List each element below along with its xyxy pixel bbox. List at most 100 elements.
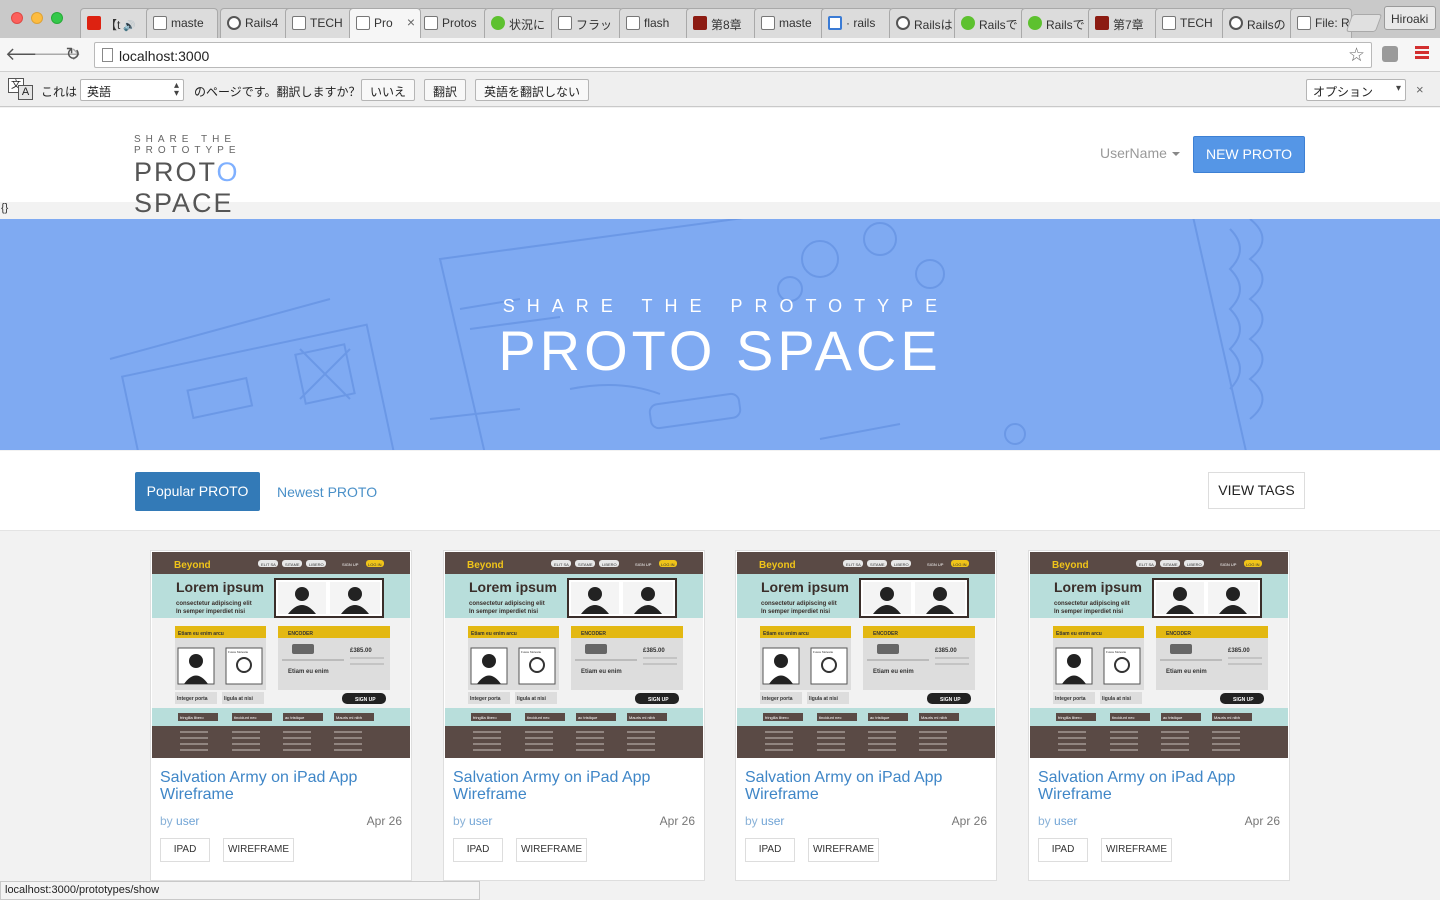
tag-wireframe-button[interactable]: WIREFRAME — [808, 838, 879, 862]
minimize-window-button[interactable] — [31, 12, 43, 24]
prototype-thumbnail[interactable]: Beyond ELIT SA SITAME LIBERO SIGN UP LOG… — [737, 552, 995, 758]
bookmark-star-icon[interactable]: ☆ — [1348, 44, 1365, 67]
thumb-row1: Integer porta — [762, 696, 793, 702]
prototype-card[interactable]: Beyond ELIT SA SITAME LIBERO SIGN UP LOG… — [1028, 550, 1290, 881]
menu-icon[interactable] — [1415, 46, 1429, 60]
back-button[interactable]: 🡐 — [5, 42, 53, 66]
browser-tab[interactable]: · rails — [821, 8, 893, 38]
author-link[interactable]: user — [1054, 814, 1077, 828]
thumb-box2: ENCODER — [1166, 631, 1191, 637]
browser-tab[interactable]: File: R — [1290, 8, 1352, 38]
extension-icon[interactable] — [1382, 46, 1398, 62]
thumb-signup: SIGN UP — [1233, 697, 1254, 703]
tag-ipad-button[interactable]: IPAD — [160, 838, 210, 862]
tag-wireframe-button[interactable]: WIREFRAME — [223, 838, 294, 862]
newest-proto-tab[interactable]: Newest PROTO — [277, 484, 377, 500]
prototype-title-link[interactable]: Salvation Army on iPad App Wireframe — [745, 769, 985, 803]
address-bar[interactable]: localhost:3000 ☆ — [94, 42, 1372, 68]
language-select-value: 英語 — [87, 85, 112, 99]
tag-wireframe-button[interactable]: WIREFRAME — [516, 838, 587, 862]
speaker-icon[interactable]: 🔊 — [123, 21, 135, 32]
thumb-box1: Etiam eu enim arcu — [763, 631, 809, 637]
thumb-nav-3: LIBERO — [1187, 562, 1202, 567]
translate-prefix: これは — [41, 85, 78, 99]
prototype-title-link[interactable]: Salvation Army on iPad App Wireframe — [1038, 769, 1278, 803]
tag-wireframe-button[interactable]: WIREFRAME — [1101, 838, 1172, 862]
thumb-sub2: In semper imperdiet nisi — [1054, 609, 1123, 615]
profile-button[interactable]: Hiroaki — [1384, 6, 1436, 30]
browser-tab[interactable]: Protos — [417, 8, 489, 38]
prototype-title-link[interactable]: Salvation Army on iPad App Wireframe — [160, 769, 400, 803]
browser-tab[interactable]: maste — [146, 8, 218, 38]
browser-tab[interactable]: maste — [754, 8, 826, 38]
user-menu-toggle[interactable]: UserName — [1100, 145, 1180, 161]
browser-tab[interactable]: 第8章 — [686, 8, 758, 38]
document-icon — [292, 16, 306, 30]
wireframe-thumbnail: Beyond ELIT SA SITAME LIBERO SIGN UP LOG… — [445, 552, 703, 758]
thumb-band-2: tincidunt nec — [527, 715, 549, 720]
author-link[interactable]: user — [469, 814, 492, 828]
browser-tab[interactable]: flash — [619, 8, 691, 38]
translate-close-icon[interactable]: × — [1416, 82, 1424, 97]
browser-tab[interactable]: Railsの — [1222, 8, 1294, 38]
caret-down-icon — [1171, 152, 1180, 157]
thumb-nav-2: SITAME — [870, 562, 885, 567]
author-link[interactable]: user — [761, 814, 784, 828]
browser-tab[interactable]: 【t 🔊 — [80, 8, 152, 38]
author-link[interactable]: user — [176, 814, 199, 828]
translate-icon: 文 A — [8, 78, 34, 100]
browser-tab[interactable]: 第7章 — [1088, 8, 1160, 38]
language-select[interactable]: 英語 ▴ ▾ — [80, 79, 184, 101]
forward-button[interactable]: 🡒 — [33, 42, 81, 66]
tag-ipad-button[interactable]: IPAD — [1038, 838, 1088, 862]
thumb-row1: Integer porta — [177, 696, 208, 702]
translate-button[interactable]: 翻訳 — [424, 79, 467, 101]
rails-icon — [227, 16, 241, 30]
prototype-thumbnail[interactable]: Beyond ELIT SA SITAME LIBERO SIGN UP LOG… — [445, 552, 703, 758]
new-proto-button[interactable]: NEW PROTO — [1193, 136, 1305, 173]
tab-label: Protos — [442, 16, 477, 30]
thumb-nav-1: ELIT SA — [554, 562, 569, 567]
view-tags-button[interactable]: VIEW TAGS — [1208, 472, 1305, 509]
tag-ipad-button[interactable]: IPAD — [453, 838, 503, 862]
browser-tab[interactable]: TECH — [285, 8, 357, 38]
browser-tab[interactable]: Pro × — [349, 8, 421, 38]
hero-banner: SHARE THE PROTOTYPE PROTO SPACE — [0, 219, 1440, 450]
reload-button[interactable]: ↻ — [61, 42, 85, 66]
tab-label: flash — [644, 16, 670, 30]
thumb-row2: ligula at nisi — [1102, 696, 1132, 702]
prototype-card[interactable]: Beyond ELIT SA SITAME LIBERO SIGN UP LOG… — [150, 550, 412, 881]
tab-close-icon[interactable]: × — [407, 14, 415, 30]
select-arrows-icon: ▴ ▾ — [173, 80, 179, 99]
browser-tab[interactable]: Railsで — [954, 8, 1026, 38]
thumb-name2: Etiam eu enim — [873, 669, 914, 675]
close-window-button[interactable] — [11, 12, 23, 24]
browser-tab[interactable]: Railsで — [1021, 8, 1093, 38]
prototype-title-link[interactable]: Salvation Army on iPad App Wireframe — [453, 769, 693, 803]
translate-no-button[interactable]: いいえ — [361, 79, 416, 101]
thumb-box2: ENCODER — [581, 631, 606, 637]
browser-tab[interactable]: Rails4 — [220, 8, 292, 38]
translate-bar: 文 A これは 英語 ▴ ▾ のページです。翻訳しますか？ いいえ 翻訳 英語を翻… — [0, 72, 1440, 107]
tab-label: TECH — [310, 16, 343, 30]
browser-tab[interactable]: Railsは — [889, 8, 961, 38]
browser-tab[interactable]: TECH — [1155, 8, 1227, 38]
thumb-band-1: fringilla libero — [765, 715, 789, 720]
browser-tab[interactable]: 状況に — [484, 8, 556, 38]
prototype-thumbnail[interactable]: Beyond ELIT SA SITAME LIBERO SIGN UP LOG… — [152, 552, 410, 758]
popular-proto-tab[interactable]: Popular PROTO — [135, 472, 260, 511]
prototype-card[interactable]: Beyond ELIT SA SITAME LIBERO SIGN UP LOG… — [735, 550, 997, 881]
site-logo[interactable]: SHARE THE PROTOTYPE PROTO SPACE — [134, 134, 334, 219]
prototype-thumbnail[interactable]: Beyond ELIT SA SITAME LIBERO SIGN UP LOG… — [1030, 552, 1288, 758]
status-bar: localhost:3000/prototypes/show — [0, 881, 480, 900]
never-translate-button[interactable]: 英語を翻訳しない — [475, 79, 590, 101]
translate-options-select[interactable]: オプション ▾ — [1306, 79, 1406, 101]
new-tab-button[interactable] — [1345, 14, 1383, 32]
zoom-window-button[interactable] — [51, 12, 63, 24]
browser-tab[interactable]: フラッ — [551, 8, 623, 38]
tag-ipad-button[interactable]: IPAD — [745, 838, 795, 862]
thumb-sub1: consectetur adipiscing elit — [176, 601, 252, 607]
thumb-band-3: ac tristique — [1163, 715, 1183, 720]
prototype-card[interactable]: Beyond ELIT SA SITAME LIBERO SIGN UP LOG… — [443, 550, 705, 881]
wireframe-thumbnail: Beyond ELIT SA SITAME LIBERO SIGN UP LOG… — [737, 552, 995, 758]
